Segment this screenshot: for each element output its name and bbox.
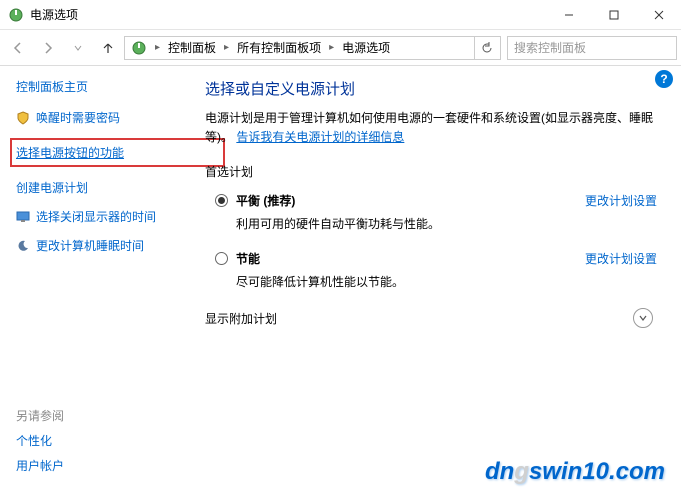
watermark: dngswin10.com (485, 458, 665, 486)
maximize-button[interactable] (591, 0, 636, 30)
sidebar-item-label: 更改计算机睡眠时间 (36, 237, 144, 254)
power-icon (8, 7, 24, 23)
moon-icon (16, 239, 30, 253)
sidebar-item-label: 选择关闭显示器的时间 (36, 208, 156, 225)
plan-name: 平衡 (推荐) (236, 192, 295, 209)
power-icon (131, 40, 147, 56)
footer-link-personalization[interactable]: 个性化 (16, 432, 64, 449)
close-button[interactable] (636, 0, 681, 30)
change-plan-link[interactable]: 更改计划设置 (585, 192, 657, 209)
preferred-plans-label: 首选计划 (205, 163, 657, 180)
page-title: 选择或自定义电源计划 (205, 78, 657, 99)
plan-name: 节能 (236, 250, 260, 267)
minimize-button[interactable] (546, 0, 591, 30)
sidebar-item-label: 唤醒时需要密码 (36, 109, 120, 126)
window-title: 电源选项 (30, 6, 546, 23)
chevron-right-icon: ▸ (224, 42, 229, 53)
extra-plans-label: 显示附加计划 (205, 310, 277, 327)
refresh-button[interactable] (474, 37, 498, 59)
sidebar: 控制面板主页 唤醒时需要密码 选择电源按钮的功能 创建电源计划 选择关闭显示器的… (0, 66, 185, 500)
see-also-label: 另请参阅 (16, 407, 64, 424)
back-button[interactable] (4, 34, 32, 62)
radio-saver[interactable] (215, 252, 228, 265)
sidebar-item-sleep[interactable]: 更改计算机睡眠时间 (16, 237, 185, 254)
up-button[interactable] (96, 36, 120, 60)
learn-more-link[interactable]: 告诉我有关电源计划的详细信息 (236, 130, 404, 144)
help-button[interactable]: ? (655, 70, 673, 88)
plan-description: 利用可用的硬件自动平衡功耗与性能。 (236, 215, 657, 232)
breadcrumb-item[interactable]: 电源选项 (338, 37, 394, 58)
chevron-right-icon: ▸ (155, 42, 160, 53)
sidebar-item-label: 创建电源计划 (16, 179, 88, 196)
chevron-right-icon: ▸ (329, 42, 334, 53)
sidebar-item-create-plan[interactable]: 创建电源计划 (16, 179, 185, 196)
breadcrumb-item[interactable]: 所有控制面板项 (233, 37, 325, 58)
radio-balanced[interactable] (215, 194, 228, 207)
address-bar: ▸ 控制面板 ▸ 所有控制面板项 ▸ 电源选项 搜索控制面板 (0, 30, 681, 66)
chevron-down-icon[interactable] (633, 308, 653, 328)
show-additional-plans[interactable]: 显示附加计划 (205, 308, 657, 328)
monitor-icon (16, 210, 30, 224)
search-input[interactable]: 搜索控制面板 (507, 36, 677, 60)
sidebar-item-label: 选择电源按钮的功能 (16, 144, 124, 161)
sidebar-item-display-off[interactable]: 选择关闭显示器的时间 (16, 208, 185, 225)
breadcrumb-item[interactable]: 控制面板 (164, 37, 220, 58)
main-panel: ? 选择或自定义电源计划 电源计划是用于管理计算机如何使用电源的一套硬件和系统设… (185, 66, 681, 500)
footer-link-user-accounts[interactable]: 用户帐户 (16, 457, 64, 474)
change-plan-link[interactable]: 更改计划设置 (585, 250, 657, 267)
sidebar-home-link[interactable]: 控制面板主页 (16, 78, 185, 95)
sidebar-item-wake-password[interactable]: 唤醒时需要密码 (16, 109, 185, 126)
power-plan-saver: 节能 更改计划设置 尽可能降低计算机性能以节能。 (215, 250, 657, 290)
recent-dropdown[interactable] (64, 34, 92, 62)
forward-button[interactable] (34, 34, 62, 62)
shield-icon (16, 111, 30, 125)
page-description: 电源计划是用于管理计算机如何使用电源的一套硬件和系统设置(如显示器亮度、睡眠等)… (205, 109, 657, 147)
plan-description: 尽可能降低计算机性能以节能。 (236, 273, 657, 290)
see-also-section: 另请参阅 个性化 用户帐户 (16, 407, 64, 482)
power-plan-balanced: 平衡 (推荐) 更改计划设置 利用可用的硬件自动平衡功耗与性能。 (215, 192, 657, 232)
breadcrumb-bar[interactable]: ▸ 控制面板 ▸ 所有控制面板项 ▸ 电源选项 (124, 36, 501, 60)
window-titlebar: 电源选项 (0, 0, 681, 30)
